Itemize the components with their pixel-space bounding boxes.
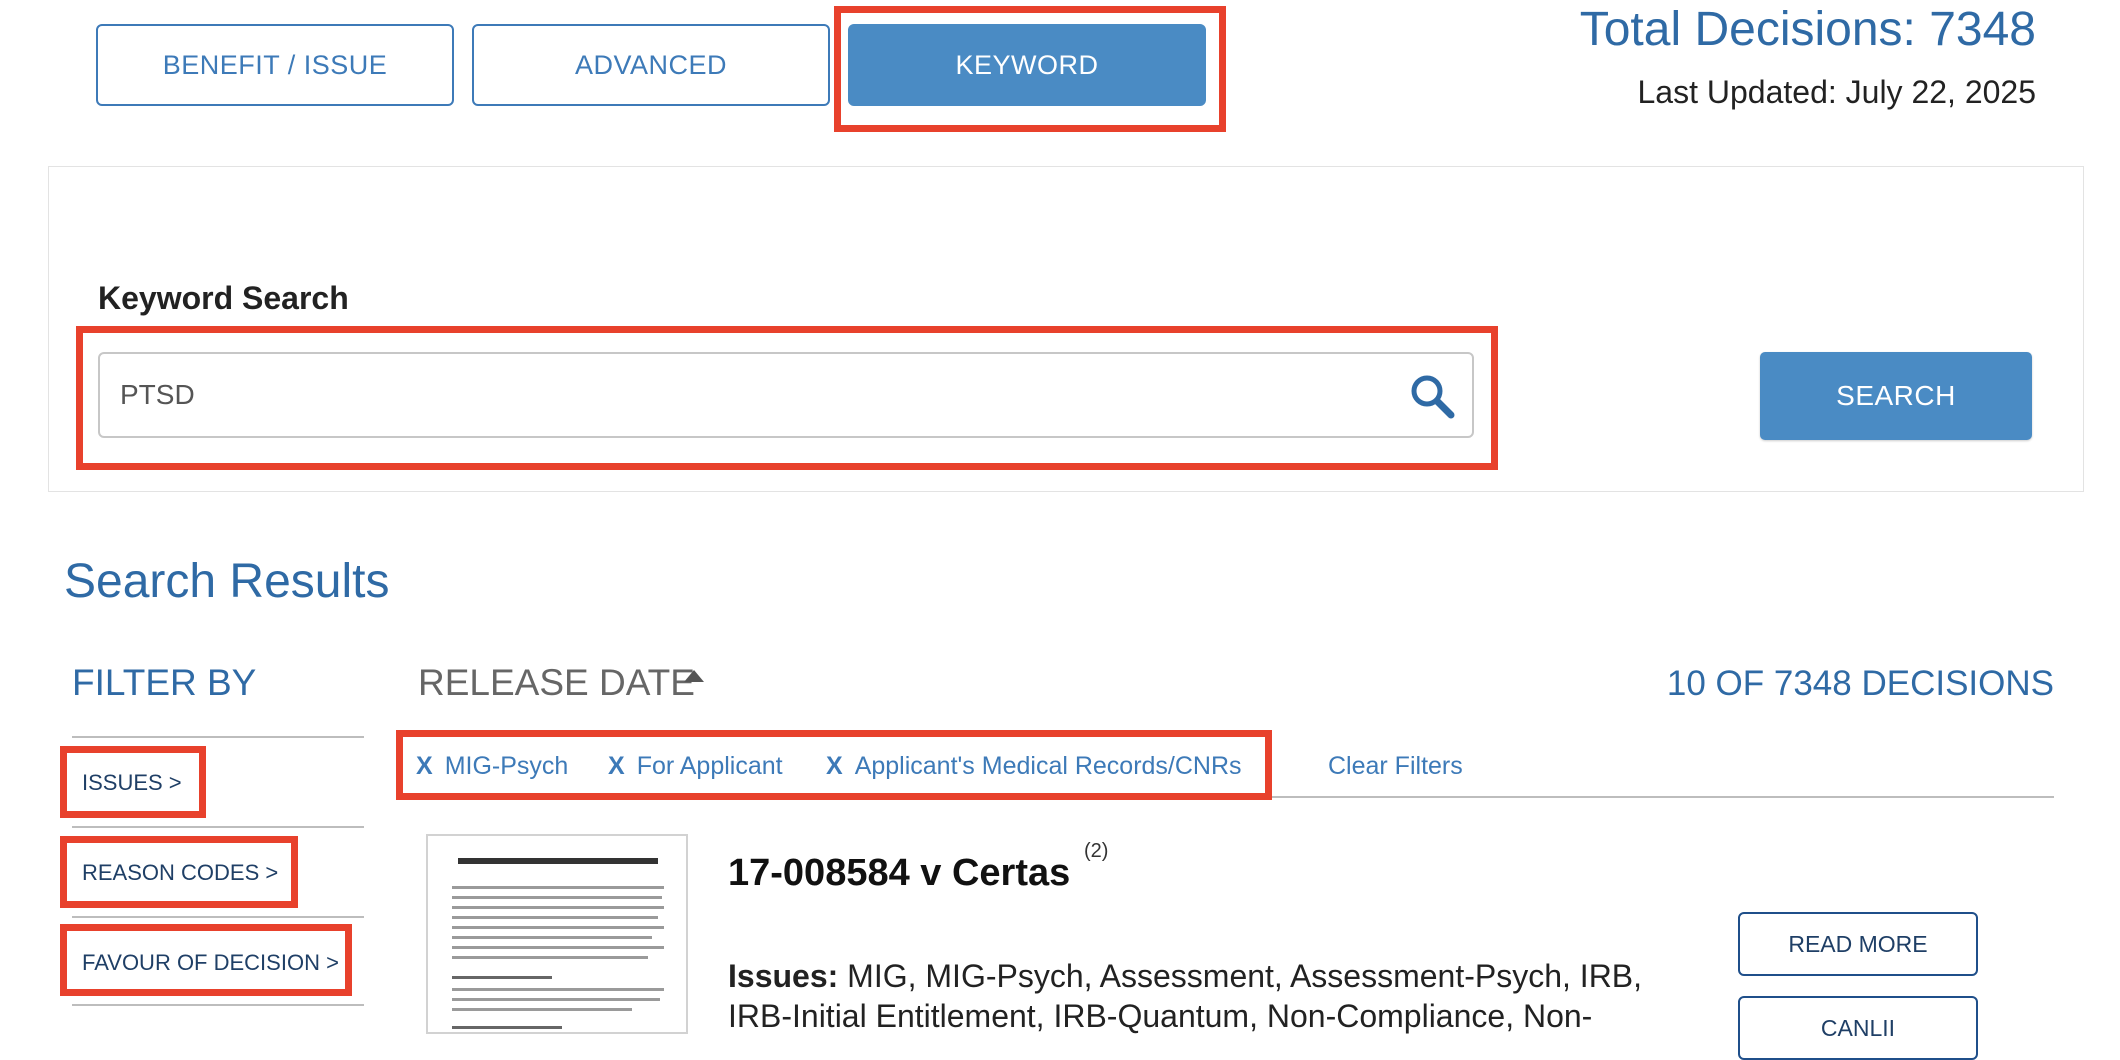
filter-chip-mig-psych[interactable]: X MIG-Psych [416,752,568,781]
remove-filter-icon[interactable]: X [608,752,625,780]
thumbnail-text-line [452,988,664,991]
thumbnail-text-line [452,998,660,1001]
last-updated: Last Updated: July 22, 2025 [1637,74,2037,110]
search-results-title: Search Results [64,555,390,608]
clear-filters-link[interactable]: Clear Filters [1328,752,1463,781]
thumbnail-text-line [452,946,664,949]
document-thumbnail[interactable] [426,834,688,1034]
thumbnail-text-line [452,926,664,929]
filter-item-issues[interactable]: ISSUES > [82,770,182,796]
results-count: 10 OF 7348 DECISIONS [1666,664,2054,703]
filter-chip-for-applicant[interactable]: X For Applicant [608,752,783,781]
canlii-button[interactable]: CANLII [1738,996,1978,1060]
filter-chip-label: Applicant's Medical Records/CNRs [854,752,1242,780]
filter-item-reason-codes[interactable]: REASON CODES > [82,860,278,886]
search-icon[interactable] [1408,372,1456,420]
thumbnail-title-bar [458,858,658,864]
filter-chip-label: For Applicant [636,752,783,780]
keyword-search-input[interactable]: PTSD [98,352,1474,438]
thumbnail-heading-line [452,1026,562,1029]
filter-chip-medical-records[interactable]: X Applicant's Medical Records/CNRs [826,752,1242,781]
filter-divider [72,826,364,828]
results-divider [1272,796,2054,798]
filter-divider [72,736,364,738]
search-panel [48,166,2084,492]
thumbnail-text-line [452,896,662,899]
thumbnail-text-line [452,936,652,939]
thumbnail-text-line [452,956,648,959]
tab-advanced[interactable]: ADVANCED [472,24,830,106]
remove-filter-icon[interactable]: X [826,752,843,780]
decision-title[interactable]: 17-008584 v Certas [728,852,1070,895]
filter-chip-label: MIG-Psych [444,752,569,780]
decision-superscript: (2) [1084,840,1109,862]
filter-divider [72,916,364,918]
remove-filter-icon[interactable]: X [416,752,433,780]
keyword-search-label: Keyword Search [98,280,349,316]
sort-release-date[interactable]: RELEASE DATE [418,662,695,704]
filter-item-favour-of-decision[interactable]: FAVOUR OF DECISION > [82,950,339,976]
thumbnail-text-line [452,886,664,889]
issues-label: Issues: [728,958,839,994]
filter-divider [72,1004,364,1006]
total-decisions: Total Decisions: 7348 [1579,3,2036,56]
issues-text: MIG, MIG-Psych, Assessment, Assessment-P… [728,958,1643,1034]
tab-keyword[interactable]: KEYWORD [848,24,1206,106]
decision-issues: Issues: MIG, MIG-Psych, Assessment, Asse… [728,956,1648,1036]
thumbnail-text-line [452,1008,632,1011]
sort-ascending-icon[interactable] [684,670,704,682]
read-more-button[interactable]: READ MORE [1738,912,1978,976]
thumbnail-heading-line [452,976,552,979]
search-button[interactable]: SEARCH [1760,352,2032,440]
tab-benefit-issue[interactable]: BENEFIT / ISSUE [96,24,454,106]
filter-by-heading: FILTER BY [72,662,257,703]
thumbnail-text-line [452,916,658,919]
thumbnail-text-line [452,906,664,909]
